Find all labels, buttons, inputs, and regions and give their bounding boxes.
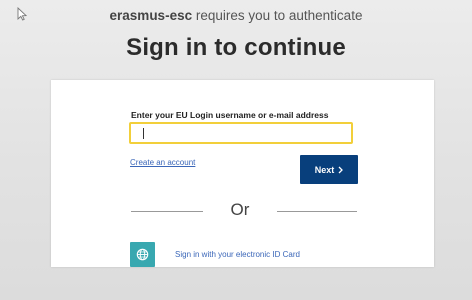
page-title: Sign in to continue (126, 34, 346, 61)
create-account-link[interactable]: Create an account (130, 158, 195, 167)
next-button[interactable]: Next (300, 155, 358, 184)
eid-signin-link[interactable]: Sign in with your electronic ID Card (175, 250, 300, 259)
next-button-label: Next (314, 164, 335, 175)
chevron-right-icon (338, 166, 344, 173)
auth-message-text: requires you to authenticate (192, 8, 363, 23)
app-name: erasmus-esc (109, 8, 193, 23)
login-card: Enter your EU Login username or e-mail a… (51, 80, 434, 267)
eid-signin-option[interactable]: Sign in with your electronic ID Card (130, 242, 300, 267)
divider-right (277, 211, 357, 212)
text-caret (143, 128, 144, 139)
globe-icon[interactable] (130, 242, 155, 267)
or-separator: Or (230, 200, 250, 219)
username-label: Enter your EU Login username or e-mail a… (131, 110, 329, 120)
auth-message: erasmus-esc requires you to authenticate (0, 8, 472, 23)
username-input[interactable] (129, 122, 353, 144)
divider-left (131, 211, 203, 212)
